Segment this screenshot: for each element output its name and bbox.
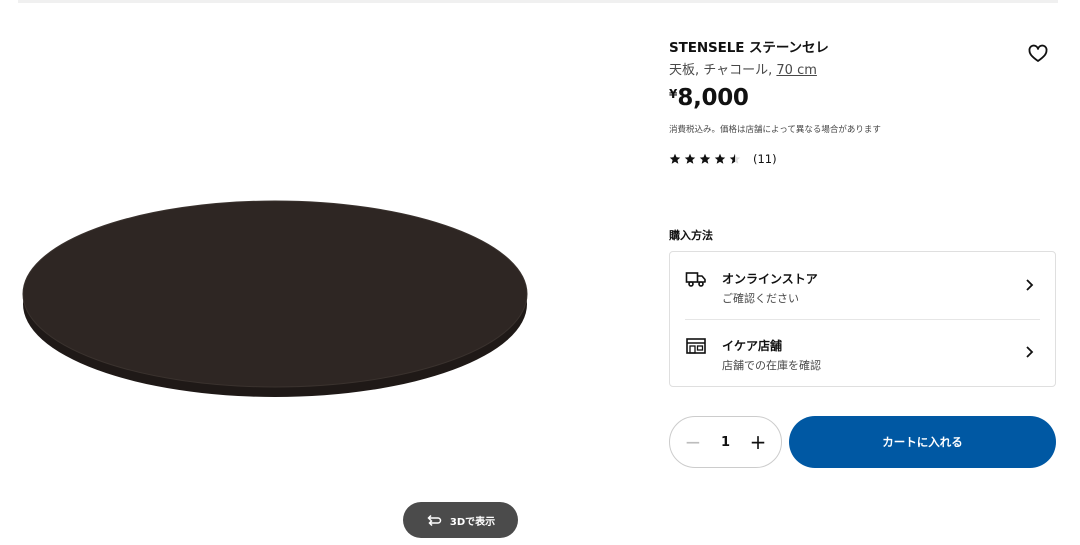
product-title: STENSELE ステーンセレ xyxy=(669,40,829,56)
purchase-options-card: オンラインストア ご確認ください イケア店舗 店舗での在庫を確認 xyxy=(669,251,1056,387)
star-icon xyxy=(699,153,711,164)
delivery-truck-icon xyxy=(685,272,706,287)
add-to-cart-button[interactable]: カートに入れる xyxy=(789,416,1056,468)
price-currency: ¥ xyxy=(669,87,678,101)
online-store-subtitle: ご確認ください xyxy=(722,292,799,305)
price-amount: 8,000 xyxy=(677,85,749,111)
product-price: ¥ 8,000 xyxy=(669,85,749,111)
rating-stars xyxy=(669,153,741,165)
review-count: (11) xyxy=(753,152,777,166)
star-icon xyxy=(669,153,681,164)
star-icon xyxy=(684,153,696,164)
store-icon xyxy=(686,338,706,354)
chevron-right-icon xyxy=(1026,279,1034,291)
product-size-link[interactable]: 70 cm xyxy=(776,63,817,78)
product-rating[interactable]: (11) xyxy=(669,152,777,166)
product-image-gallery: 3Dで表示 xyxy=(0,0,640,545)
quantity-stepper: − + xyxy=(669,416,782,468)
quantity-decrease-button[interactable]: − xyxy=(682,430,704,454)
product-info-panel: STENSELE ステーンセレ 天板, チャコール, 70 cm ¥ 8,000… xyxy=(669,0,1059,545)
product-description-text: 天板, チャコール, xyxy=(669,63,777,78)
tax-note: 消費税込み。価格は店舗によって異なる場合があります xyxy=(669,125,881,135)
ikea-store-title: イケア店舗 xyxy=(722,339,783,353)
star-icon xyxy=(714,153,726,164)
view-in-3d-button[interactable]: 3Dで表示 xyxy=(403,502,518,538)
star-icon xyxy=(729,153,741,164)
chevron-right-icon xyxy=(1026,346,1034,358)
online-store-title: オンラインストア xyxy=(722,272,818,286)
quantity-input[interactable] xyxy=(710,434,741,450)
view-in-3d-label: 3Dで表示 xyxy=(449,516,496,528)
rotate-3d-icon xyxy=(427,514,442,526)
ikea-store-option[interactable]: イケア店舗 店舗での在庫を確認 xyxy=(670,319,1055,385)
ikea-store-subtitle: 店舗での在庫を確認 xyxy=(722,359,821,372)
purchase-method-heading: 購入方法 xyxy=(669,229,713,242)
product-description: 天板, チャコール, 70 cm xyxy=(669,59,817,78)
favorite-heart-icon[interactable] xyxy=(1027,44,1049,64)
online-store-option[interactable]: オンラインストア ご確認ください xyxy=(670,252,1055,318)
product-image-tabletop[interactable] xyxy=(20,190,530,400)
quantity-increase-button[interactable]: + xyxy=(747,430,769,454)
